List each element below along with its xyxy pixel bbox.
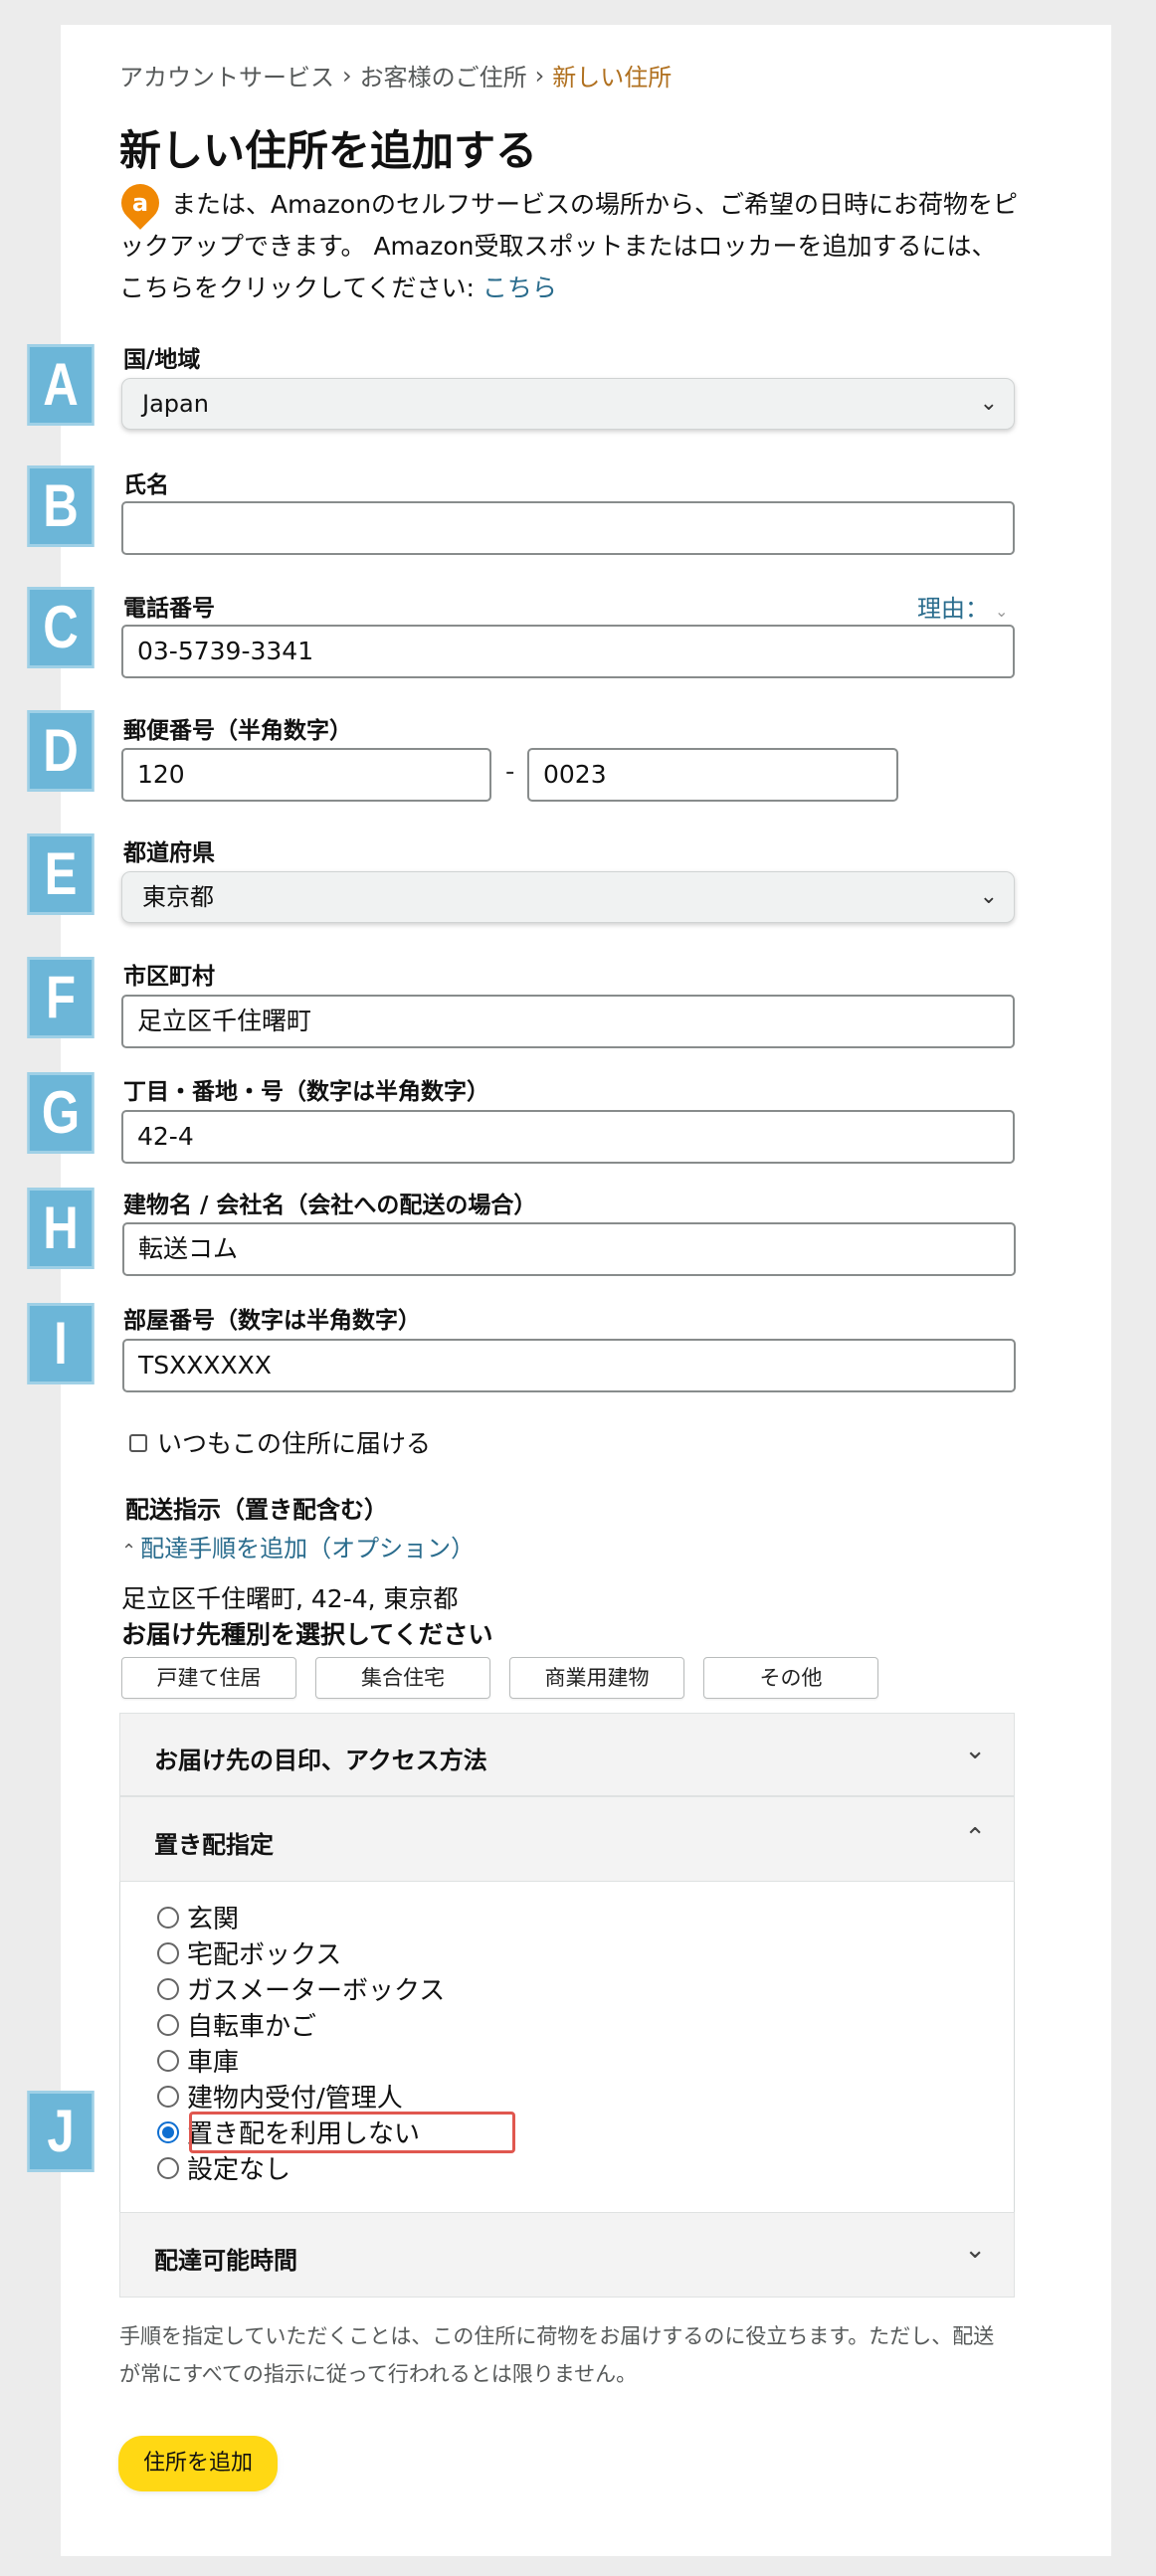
- delivery-instructions-title: 配送指示（置き配含む）: [125, 1496, 388, 1524]
- chevron-down-icon: ⌄: [979, 884, 998, 909]
- name-label: 氏名: [123, 472, 169, 498]
- country-select[interactable]: Japan ⌄: [121, 378, 1015, 430]
- marker-f: F: [27, 957, 95, 1038]
- address-summary: 足立区千住曙町, 42-4, 東京都: [121, 1584, 459, 1613]
- marker-i: I: [27, 1303, 95, 1384]
- type-other-button[interactable]: その他: [703, 1657, 878, 1699]
- room-label: 部屋番号（数字は半角数字）: [123, 1308, 421, 1334]
- amazon-pickup-icon: a: [113, 176, 167, 230]
- accordion-dropoff-title: 置き配指定: [154, 1831, 274, 1859]
- country-value: Japan: [142, 390, 209, 418]
- name-input[interactable]: [121, 501, 1015, 555]
- default-address-checkbox[interactable]: いつもこの住所に届ける: [129, 1424, 431, 1460]
- breadcrumb-separator: ›: [342, 61, 352, 90]
- chevron-down-icon: ⌄: [979, 391, 998, 416]
- street-input[interactable]: 42-4: [121, 1110, 1015, 1164]
- radio-icon: [157, 1906, 179, 1929]
- instructions-footnote: 手順を指定していただくことは、この住所に荷物をお届けするのに役立ちます。ただし、…: [119, 2324, 995, 2386]
- marker-b: B: [27, 465, 95, 547]
- marker-e: E: [27, 833, 95, 915]
- breadcrumb-addresses[interactable]: お客様のご住所: [360, 64, 527, 92]
- add-instructions-toggle[interactable]: ⌃ 配達手順を追加（オプション）: [121, 1529, 475, 1564]
- choose-type-heading: お届け先種別を選択してください: [121, 1620, 493, 1649]
- intro-text: a または、Amazonのセルフサービスの場所から、ご希望の日時にお荷物をピックア…: [113, 176, 1020, 309]
- accordion-hours-title: 配達可能時間: [154, 2247, 297, 2275]
- breadcrumb-current: 新しい住所: [552, 64, 673, 92]
- country-label: 国/地域: [123, 347, 201, 373]
- breadcrumb-separator: ›: [534, 61, 545, 90]
- dropoff-option-reception[interactable]: 建物内受付/管理人: [157, 2078, 403, 2115]
- dropoff-option-not-set[interactable]: 設定なし: [157, 2149, 290, 2186]
- chevron-down-icon: ⌄: [964, 2235, 986, 2265]
- postal-input-1[interactable]: 120: [121, 748, 491, 802]
- add-address-button[interactable]: 住所を追加: [118, 2436, 278, 2491]
- radio-icon: [157, 2156, 179, 2179]
- chevron-up-icon: ⌃: [121, 1541, 137, 1562]
- radio-icon: [157, 2085, 179, 2108]
- phone-input[interactable]: 03-5739-3341: [121, 625, 1015, 678]
- accordion-access-title: お届け先の目印、アクセス方法: [154, 1747, 487, 1774]
- street-label: 丁目・番地・号（数字は半角数字）: [123, 1079, 489, 1105]
- chevron-down-icon: ⌄: [995, 602, 1009, 621]
- pickup-link[interactable]: こちら: [482, 274, 557, 302]
- type-apartment-button[interactable]: 集合住宅: [315, 1657, 490, 1699]
- radio-icon: [157, 2013, 179, 2036]
- selection-highlight: [189, 2112, 515, 2153]
- postal-separator: -: [505, 757, 515, 787]
- postal-label: 郵便番号（半角数字）: [123, 718, 352, 744]
- dropoff-option-gas-meter-box[interactable]: ガスメーターボックス: [157, 1970, 445, 2007]
- marker-g: G: [27, 1072, 95, 1154]
- prefecture-select[interactable]: 東京都 ⌄: [121, 871, 1015, 923]
- dropoff-option-garage[interactable]: 車庫: [157, 2042, 239, 2079]
- type-house-button[interactable]: 戸建て住居: [121, 1657, 296, 1699]
- breadcrumb-account-services[interactable]: アカウントサービス: [119, 64, 334, 92]
- radio-icon: [157, 2049, 179, 2072]
- radio-icon: [157, 1941, 179, 1964]
- page-title: 新しい住所を追加する: [119, 126, 538, 175]
- accordion-access[interactable]: お届け先の目印、アクセス方法 ⌄: [119, 1713, 1015, 1796]
- accordion-dropoff[interactable]: 置き配指定 ⌃: [119, 1796, 1015, 1882]
- city-label: 市区町村: [123, 964, 215, 990]
- chevron-down-icon: ⌄: [964, 1736, 986, 1765]
- prefecture-value: 東京都: [142, 883, 214, 911]
- room-input[interactable]: TSXXXXXX: [122, 1339, 1016, 1392]
- marker-a: A: [27, 344, 95, 426]
- marker-c: C: [27, 587, 95, 668]
- phone-reason-toggle[interactable]: 理由： ⌄: [917, 589, 1008, 624]
- dropoff-option-entrance[interactable]: 玄関: [157, 1899, 239, 1935]
- default-address-label: いつもこの住所に届ける: [157, 1429, 432, 1458]
- type-commercial-button[interactable]: 商業用建物: [509, 1657, 684, 1699]
- phone-label: 電話番号: [123, 596, 215, 622]
- breadcrumb: アカウントサービス › お客様のご住所 › 新しい住所: [119, 58, 672, 92]
- marker-j: J: [27, 2091, 95, 2172]
- building-label: 建物名 / 会社名（会社への配送の場合）: [123, 1193, 537, 1218]
- prefecture-label: 都道府県: [123, 840, 215, 866]
- radio-selected-icon: [157, 2120, 179, 2143]
- marker-h: H: [27, 1188, 95, 1269]
- marker-d: D: [27, 710, 95, 792]
- checkbox-icon: [129, 1434, 147, 1452]
- dropoff-option-bicycle-basket[interactable]: 自転車かご: [157, 2006, 316, 2043]
- postal-input-2[interactable]: 0023: [527, 748, 898, 802]
- accordion-hours[interactable]: 配達可能時間 ⌄: [119, 2212, 1015, 2298]
- city-input[interactable]: 足立区千住曙町: [121, 995, 1015, 1048]
- radio-icon: [157, 1977, 179, 2000]
- building-input[interactable]: 転送コム: [122, 1222, 1016, 1276]
- dropoff-option-delivery-box[interactable]: 宅配ボックス: [157, 1934, 341, 1971]
- chevron-up-icon: ⌃: [964, 1823, 986, 1853]
